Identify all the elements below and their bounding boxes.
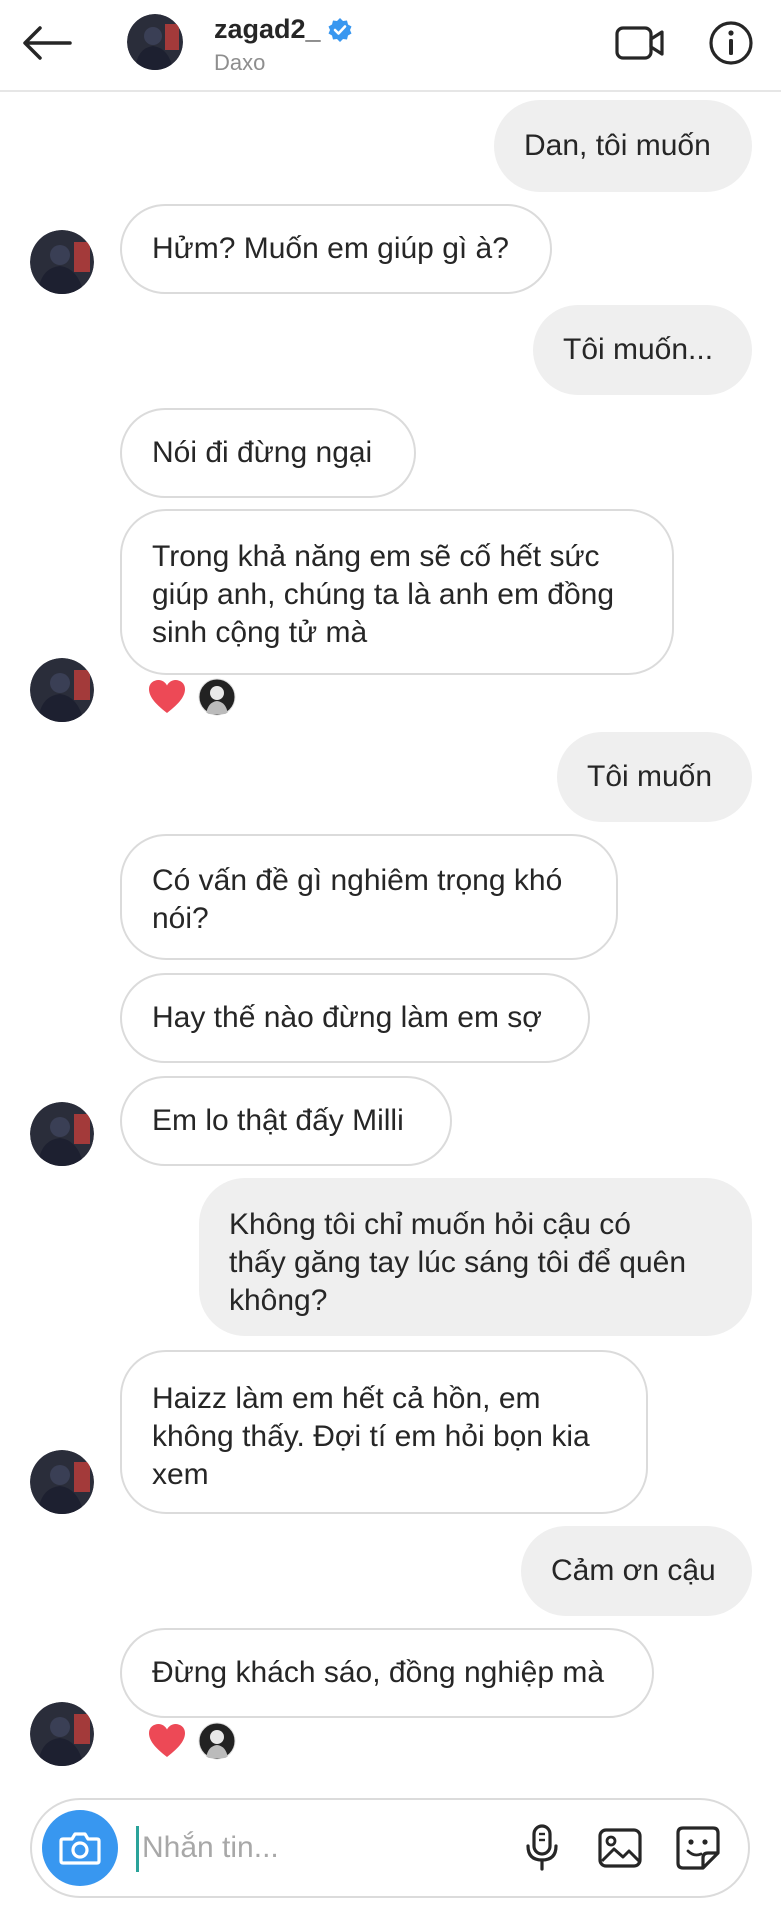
chat-header: zagad2_ Daxo	[0, 0, 781, 92]
reactor-avatar	[198, 1722, 236, 1760]
heart-reaction-icon	[149, 680, 185, 713]
sender-avatar[interactable]	[30, 1450, 94, 1514]
message-text: Haizz làm em hết cả hồn, em không thấy. …	[152, 1382, 590, 1491]
info-button[interactable]	[706, 18, 756, 68]
video-call-icon	[615, 26, 664, 60]
message-text: Em lo thật đấy Milli	[152, 1104, 404, 1137]
message-text: Không tôi chỉ muốn hỏi cậu có thấy găng …	[229, 1208, 687, 1317]
message-bubble-incoming[interactable]: Hay thế nào đừng làm em sợ	[120, 973, 590, 1063]
contact-username[interactable]: zagad2_	[214, 14, 353, 45]
message-bubble-incoming[interactable]: Nói đi đừng ngại	[120, 408, 416, 498]
message-text: Cảm ơn cậu	[551, 1554, 716, 1587]
verified-badge-icon	[328, 17, 352, 42]
message-reactions[interactable]	[148, 678, 236, 716]
message-bubble-incoming[interactable]: Trong khả năng em sẽ cố hết sức giúp anh…	[120, 509, 674, 675]
message-bubble-incoming[interactable]: Có vấn đề gì nghiêm trọng khó nói?	[120, 834, 618, 960]
voice-message-button[interactable]	[514, 1820, 570, 1876]
microphone-icon	[526, 1824, 558, 1871]
gallery-button[interactable]	[592, 1820, 648, 1876]
gallery-icon	[598, 1828, 642, 1868]
back-button[interactable]	[18, 18, 76, 68]
heart-reaction-icon	[149, 1724, 185, 1757]
message-text: Trong khả năng em sẽ cố hết sức giúp anh…	[152, 540, 615, 649]
message-bubble-incoming[interactable]: Haizz làm em hết cả hồn, em không thấy. …	[120, 1350, 648, 1514]
message-reactions[interactable]	[148, 1722, 236, 1760]
text-caret	[136, 1826, 139, 1872]
message-text: Tôi muốn...	[563, 333, 714, 366]
sticker-icon	[676, 1826, 720, 1870]
message-text: Hay thế nào đừng làm em sợ	[152, 1001, 542, 1034]
message-composer	[30, 1798, 750, 1898]
message-bubble-outgoing[interactable]: Tôi muốn	[557, 732, 752, 822]
camera-button[interactable]	[42, 1810, 118, 1886]
username-text: zagad2_	[214, 14, 321, 44]
message-text: Tôi muốn	[587, 760, 713, 793]
sender-avatar[interactable]	[30, 1102, 94, 1166]
message-text: Dan, tôi muốn	[524, 129, 711, 162]
message-bubble-outgoing[interactable]: Không tôi chỉ muốn hỏi cậu có thấy găng …	[199, 1178, 752, 1336]
message-bubble-outgoing[interactable]: Tôi muốn...	[533, 305, 752, 395]
sender-avatar[interactable]	[30, 658, 94, 722]
reactor-avatar	[198, 678, 236, 716]
message-bubble-outgoing[interactable]: Dan, tôi muốn	[494, 100, 752, 192]
contact-subtitle: Daxo	[214, 50, 266, 75]
message-text: Có vấn đề gì nghiêm trọng khó nói?	[152, 864, 563, 935]
info-icon	[709, 21, 753, 65]
message-text: Nói đi đừng ngại	[152, 436, 373, 469]
message-bubble-outgoing[interactable]: Cảm ơn cậu	[521, 1526, 752, 1616]
sender-avatar[interactable]	[30, 230, 94, 294]
video-call-button[interactable]	[612, 20, 668, 66]
message-text: Đừng khách sáo, đồng nghiệp mà	[152, 1656, 605, 1689]
message-bubble-incoming[interactable]: Hửm? Muốn em giúp gì à?	[120, 204, 552, 294]
contact-avatar[interactable]	[127, 14, 183, 70]
message-text: Hửm? Muốn em giúp gì à?	[152, 232, 509, 265]
sender-avatar[interactable]	[30, 1702, 94, 1766]
message-bubble-incoming[interactable]: Em lo thật đấy Milli	[120, 1076, 452, 1166]
sticker-button[interactable]	[670, 1820, 726, 1876]
message-bubble-incoming[interactable]: Đừng khách sáo, đồng nghiệp mà	[120, 1628, 654, 1718]
camera-icon	[59, 1832, 101, 1865]
message-input[interactable]	[142, 1822, 502, 1874]
arrow-left-icon	[23, 26, 72, 60]
